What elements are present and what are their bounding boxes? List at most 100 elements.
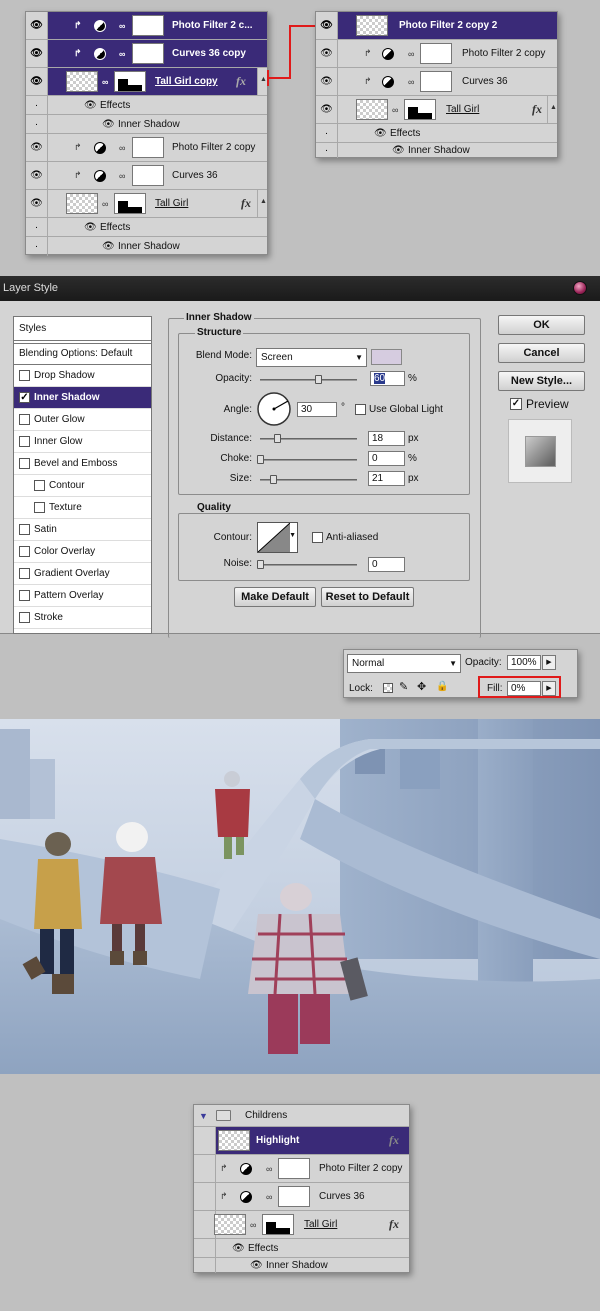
fill-arrow-button[interactable]: ▶ [542, 681, 556, 696]
reset-default-button[interactable]: Reset to Default [321, 587, 414, 607]
close-icon[interactable] [573, 281, 587, 295]
opacity-input[interactable]: 60 [370, 371, 405, 386]
style-item-stroke[interactable]: Stroke [14, 607, 151, 629]
scroll-arrow[interactable]: ▲ [257, 190, 267, 217]
eye-icon[interactable]: 👁 [316, 40, 338, 67]
eye-icon[interactable]: 👁 [102, 119, 115, 130]
angle-input[interactable]: 30 [297, 402, 337, 417]
effects-row[interactable]: · 👁 Effects [26, 218, 267, 237]
eye-icon[interactable]: 👁 [84, 222, 97, 233]
cancel-button[interactable]: Cancel [498, 343, 585, 363]
ok-button[interactable]: OK [498, 315, 585, 335]
lock-all-icon[interactable]: 🔒 [436, 681, 448, 692]
preview-checkbox[interactable]: ✓ [510, 398, 522, 410]
fx-icon[interactable]: fx [389, 1217, 399, 1232]
eye-icon[interactable]: 👁 [84, 100, 97, 111]
eye-icon[interactable]: · [316, 124, 338, 142]
style-item-gradient-overlay[interactable]: Gradient Overlay [14, 563, 151, 585]
effects-row[interactable]: 👁 Effects [194, 1239, 409, 1258]
eye-icon[interactable]: 👁 [26, 190, 48, 217]
layer-row[interactable]: 👁 ↱ ∞ Curves 36 [316, 68, 557, 96]
style-item-color-overlay[interactable]: Color Overlay [14, 541, 151, 563]
eye-icon[interactable]: · [26, 115, 48, 133]
effect-row[interactable]: · 👁 Inner Shadow [26, 237, 267, 256]
opacity-arrow-button[interactable]: ▶ [542, 655, 556, 670]
contour-picker[interactable]: ▼ [257, 522, 298, 553]
style-item-inner-shadow[interactable]: ✓ Inner Shadow [14, 387, 151, 409]
styles-header[interactable]: Styles [14, 317, 151, 341]
style-item-contour[interactable]: Contour [14, 475, 151, 497]
layer-row[interactable]: 👁 Photo Filter 2 copy 2 [316, 12, 557, 40]
eye-icon[interactable] [194, 1258, 216, 1273]
eye-icon[interactable]: 👁 [316, 12, 338, 39]
eye-icon[interactable] [194, 1183, 216, 1210]
distance-slider[interactable] [260, 434, 357, 443]
eye-icon[interactable]: 👁 [374, 128, 387, 139]
style-item-inner-glow[interactable]: Inner Glow [14, 431, 151, 453]
checkbox[interactable] [19, 370, 30, 381]
eye-icon[interactable]: · [26, 237, 48, 256]
make-default-button[interactable]: Make Default [234, 587, 316, 607]
blend-mode-select[interactable]: Screen ▼ [256, 348, 367, 367]
layer-row[interactable]: Highlight fx [194, 1127, 409, 1155]
size-slider[interactable] [260, 475, 357, 484]
lock-move-icon[interactable]: ✥ [417, 680, 426, 693]
fill-input[interactable]: 0% [507, 681, 541, 696]
effect-row[interactable]: 👁 Inner Shadow [194, 1258, 409, 1273]
checkbox[interactable] [19, 590, 30, 601]
checkbox[interactable] [34, 502, 45, 513]
eye-icon[interactable]: 👁 [26, 40, 48, 67]
eye-icon[interactable]: 👁 [26, 68, 48, 95]
eye-icon[interactable]: 👁 [316, 96, 338, 123]
anti-aliased-checkbox[interactable] [312, 532, 323, 543]
slider-knob[interactable] [270, 475, 277, 484]
slider-knob[interactable] [257, 455, 264, 464]
slider-knob[interactable] [274, 434, 281, 443]
eye-icon[interactable]: 👁 [316, 68, 338, 95]
checkbox[interactable] [19, 612, 30, 623]
fx-icon[interactable]: fx [389, 1133, 399, 1148]
layer-row[interactable]: ↱ ∞ Photo Filter 2 copy [194, 1155, 409, 1183]
eye-icon[interactable] [194, 1155, 216, 1182]
style-item-bevel-emboss[interactable]: Bevel and Emboss [14, 453, 151, 475]
eye-icon[interactable]: · [26, 96, 48, 114]
style-item-outer-glow[interactable]: Outer Glow [14, 409, 151, 431]
eye-icon[interactable]: 👁 [26, 162, 48, 189]
checkbox[interactable] [19, 414, 30, 425]
choke-input[interactable]: 0 [368, 451, 405, 466]
dialog-titlebar[interactable]: Layer Style [0, 276, 600, 301]
size-input[interactable]: 21 [368, 471, 405, 486]
eye-icon[interactable]: 👁 [26, 134, 48, 161]
eye-icon[interactable] [194, 1239, 216, 1257]
effects-row[interactable]: · 👁 Effects [316, 124, 557, 143]
checkbox[interactable] [19, 568, 30, 579]
opacity-input[interactable]: 100% [507, 655, 541, 670]
distance-input[interactable]: 18 [368, 431, 405, 446]
style-item-pattern-overlay[interactable]: Pattern Overlay [14, 585, 151, 607]
blend-mode-select[interactable]: Normal ▼ [347, 654, 461, 673]
fx-icon[interactable]: fx [241, 196, 251, 211]
eye-icon[interactable]: · [316, 142, 338, 158]
eye-icon[interactable]: 👁 [26, 12, 48, 39]
lock-brush-icon[interactable]: ✎ [399, 680, 408, 693]
disclosure-triangle-icon[interactable]: ▼ [199, 1111, 208, 1121]
noise-slider[interactable] [257, 560, 357, 569]
layer-row[interactable]: 👁 ↱ ∞ Curves 36 [26, 162, 267, 190]
fx-icon[interactable]: fx [532, 102, 542, 117]
angle-dial[interactable] [256, 391, 292, 427]
opacity-slider[interactable] [260, 375, 357, 384]
style-item-blending-options[interactable]: Blending Options: Default [14, 343, 151, 365]
lock-transparency-icon[interactable] [383, 683, 393, 693]
effects-row[interactable]: · 👁 Effects [26, 96, 267, 115]
style-item-drop-shadow[interactable]: Drop Shadow [14, 365, 151, 387]
use-global-light-checkbox[interactable] [355, 404, 366, 415]
style-item-texture[interactable]: Texture [14, 497, 151, 519]
new-style-button[interactable]: New Style... [498, 371, 585, 391]
eye-icon[interactable] [194, 1211, 216, 1238]
shadow-color-swatch[interactable] [371, 349, 402, 365]
checkbox[interactable] [19, 436, 30, 447]
eye-icon[interactable]: 👁 [250, 1260, 263, 1271]
effect-row[interactable]: · 👁 Inner Shadow [26, 115, 267, 134]
checkbox[interactable] [19, 524, 30, 535]
checkbox[interactable]: ✓ [19, 392, 30, 403]
